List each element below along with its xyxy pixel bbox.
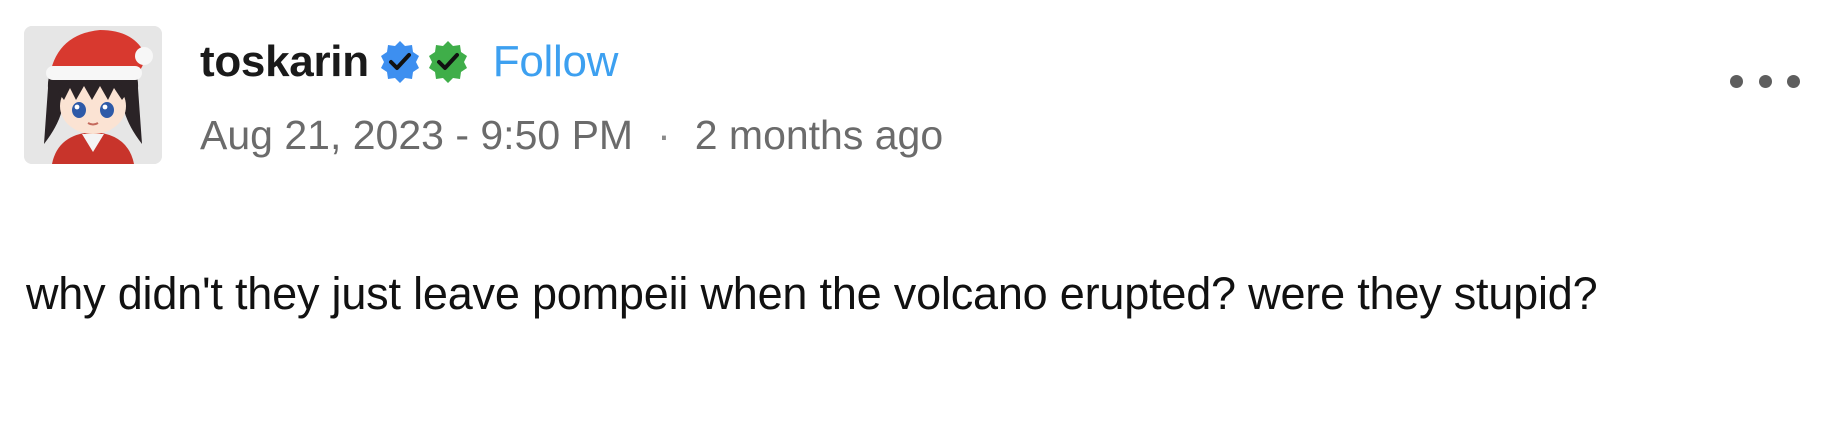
verified-check-icon xyxy=(377,39,423,85)
relative-time: 2 months ago xyxy=(694,112,944,158)
verified-check-icon xyxy=(425,39,471,85)
post-header: toskarin Follow xyxy=(200,36,618,88)
post-card: toskarin Follow Aug 21, 2023 - 9:50 PM ·… xyxy=(0,0,1826,434)
more-options-icon xyxy=(1730,74,1743,88)
follow-button[interactable]: Follow xyxy=(493,37,619,87)
meta-separator: · xyxy=(657,112,671,158)
username-link[interactable]: toskarin xyxy=(200,37,369,87)
avatar[interactable] xyxy=(24,26,162,164)
post-timestamp[interactable]: Aug 21, 2023 - 9:50 PM xyxy=(200,112,633,159)
post-meta: Aug 21, 2023 - 9:50 PM · 2 months ago xyxy=(200,112,943,159)
more-options-button[interactable] xyxy=(1730,66,1800,96)
more-options-icon xyxy=(1758,74,1772,88)
post-body-text: why didn't they just leave pompeii when … xyxy=(26,268,1598,319)
more-options-icon xyxy=(1787,74,1800,88)
